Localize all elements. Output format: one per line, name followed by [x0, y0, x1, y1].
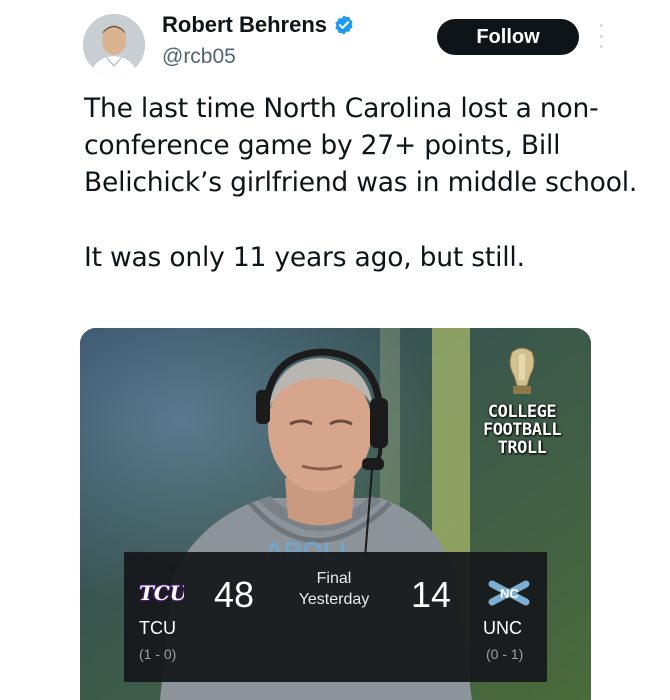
tweet-paragraph: The last time North Carolina lost a non-…	[84, 93, 638, 198]
svg-text:NC: NC	[500, 586, 519, 601]
verified-badge-icon	[335, 15, 353, 35]
author-name[interactable]: Robert Behrens	[162, 12, 327, 38]
home-score: 14	[411, 574, 452, 615]
follow-button[interactable]: Follow	[437, 19, 579, 55]
svg-text:TCU: TCU	[139, 581, 184, 605]
profile-photo	[83, 14, 145, 76]
away-score: 48	[214, 574, 255, 615]
author-name-row: Robert Behrens	[162, 12, 355, 38]
tcu-logo-icon: TCU	[138, 580, 184, 606]
author-handle[interactable]: @rcb05	[162, 45, 236, 69]
tweet-paragraph: It was only 11 years ago, but still.	[84, 242, 525, 273]
vertical-ellipsis-icon[interactable]	[598, 24, 604, 48]
home-team-abbr: UNC	[483, 618, 522, 638]
away-team-record: (1 - 0)	[139, 646, 177, 662]
unc-logo-icon: NC	[488, 580, 530, 606]
avatar[interactable]	[83, 14, 145, 76]
trophy-icon	[509, 347, 535, 394]
watermark-text: COLLEGE FOOTBALL TROLL	[483, 402, 561, 458]
scoreboard: TCU 48 Final Yesterday 14 NC TCU UNC (1 …	[124, 552, 547, 682]
tweet-text: The last time North Carolina lost a non-…	[84, 90, 644, 276]
away-team-abbr: TCU	[139, 618, 176, 638]
college-football-troll-logo: COLLEGE FOOTBALL TROLL	[467, 346, 577, 457]
tweet-media-image[interactable]: AROLI COLLEGE FOOTBALL TROLL TCU 48 Fina…	[80, 328, 591, 700]
home-team-record: (0 - 1)	[486, 646, 524, 662]
game-status: Final Yesterday	[298, 570, 370, 608]
